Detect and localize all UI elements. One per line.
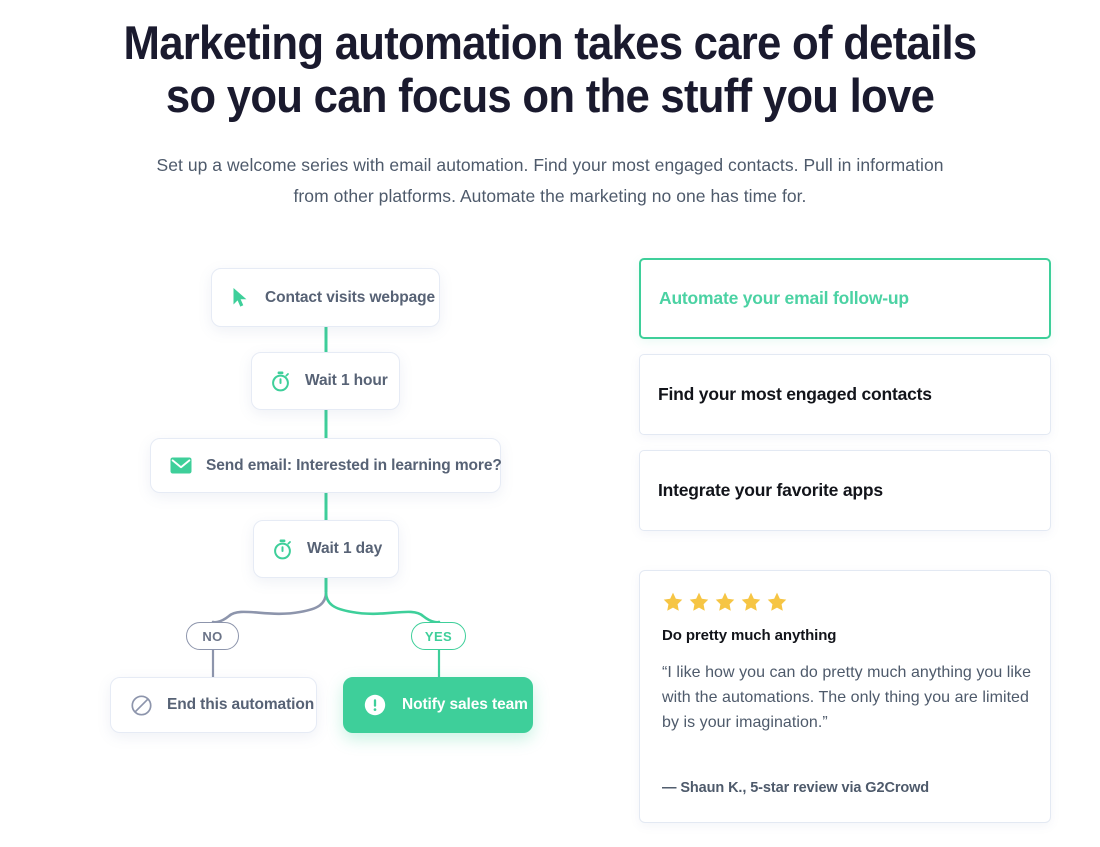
- flow-node-notify-sales-team[interactable]: Notify sales team: [343, 677, 533, 733]
- branch-pill-no[interactable]: NO: [186, 622, 239, 650]
- stopwatch-icon: [271, 371, 290, 392]
- flow-node-label: End this automation: [167, 696, 315, 713]
- branch-pill-label: YES: [424, 628, 453, 644]
- connector-branch-yes: [324, 590, 441, 624]
- envelope-icon: [170, 457, 192, 474]
- flow-node-wait-1-hour[interactable]: Wait 1 hour: [251, 352, 400, 410]
- testimonial-attribution: — Shaun K., 5-star review via G2Crowd: [662, 780, 930, 796]
- automation-flow-diagram: Contact visits webpage Wait 1 hour Send …: [0, 0, 620, 847]
- star-icon: [663, 592, 683, 611]
- star-icon: [715, 592, 735, 611]
- cursor-icon: [232, 287, 249, 308]
- star-rating: [662, 591, 1028, 613]
- flow-node-label: Notify sales team: [402, 696, 528, 713]
- connector-branch-no: [211, 590, 328, 624]
- accordion-item-label: Automate your email follow-up: [659, 288, 909, 308]
- flow-node-label: Wait 1 day: [307, 540, 383, 557]
- accordion-item-find-engaged-contacts[interactable]: Find your most engaged contacts: [639, 354, 1051, 435]
- flow-node-end-automation[interactable]: End this automation: [110, 677, 317, 733]
- accordion-item-automate-email-follow-up[interactable]: Automate your email follow-up: [639, 258, 1051, 339]
- exclamation-circle-icon: [364, 694, 386, 716]
- testimonial-quote: “I like how you can do pretty much anyth…: [662, 660, 1037, 735]
- star-icon: [767, 592, 787, 611]
- flow-node-label: Wait 1 hour: [305, 372, 388, 389]
- star-icon: [741, 592, 761, 611]
- testimonial-quote-line-1: “I like how you can do pretty much anyth…: [662, 664, 1032, 681]
- flow-node-label: Contact visits webpage: [265, 288, 436, 306]
- flow-node-label: Send email: Interested in learning more?: [206, 456, 502, 474]
- flow-node-contact-visits-webpage[interactable]: Contact visits webpage: [211, 268, 440, 327]
- testimonial-card: Do pretty much anything “I like how you …: [639, 570, 1051, 823]
- accordion-item-integrate-favorite-apps[interactable]: Integrate your favorite apps: [639, 450, 1051, 531]
- testimonial-quote-line-2: with the automations. The only thing you…: [662, 689, 978, 706]
- accordion-item-label: Integrate your favorite apps: [658, 480, 883, 500]
- flow-node-send-email[interactable]: Send email: Interested in learning more?: [150, 438, 502, 493]
- stopwatch-icon: [273, 539, 292, 560]
- star-icon: [689, 592, 709, 611]
- branch-pill-label: NO: [202, 628, 223, 644]
- branch-pill-yes[interactable]: YES: [411, 622, 466, 650]
- testimonial-title: Do pretty much anything: [662, 627, 837, 644]
- flow-node-wait-1-day[interactable]: Wait 1 day: [253, 520, 399, 578]
- no-entry-icon: [131, 694, 152, 716]
- accordion-item-label: Find your most engaged contacts: [658, 384, 932, 404]
